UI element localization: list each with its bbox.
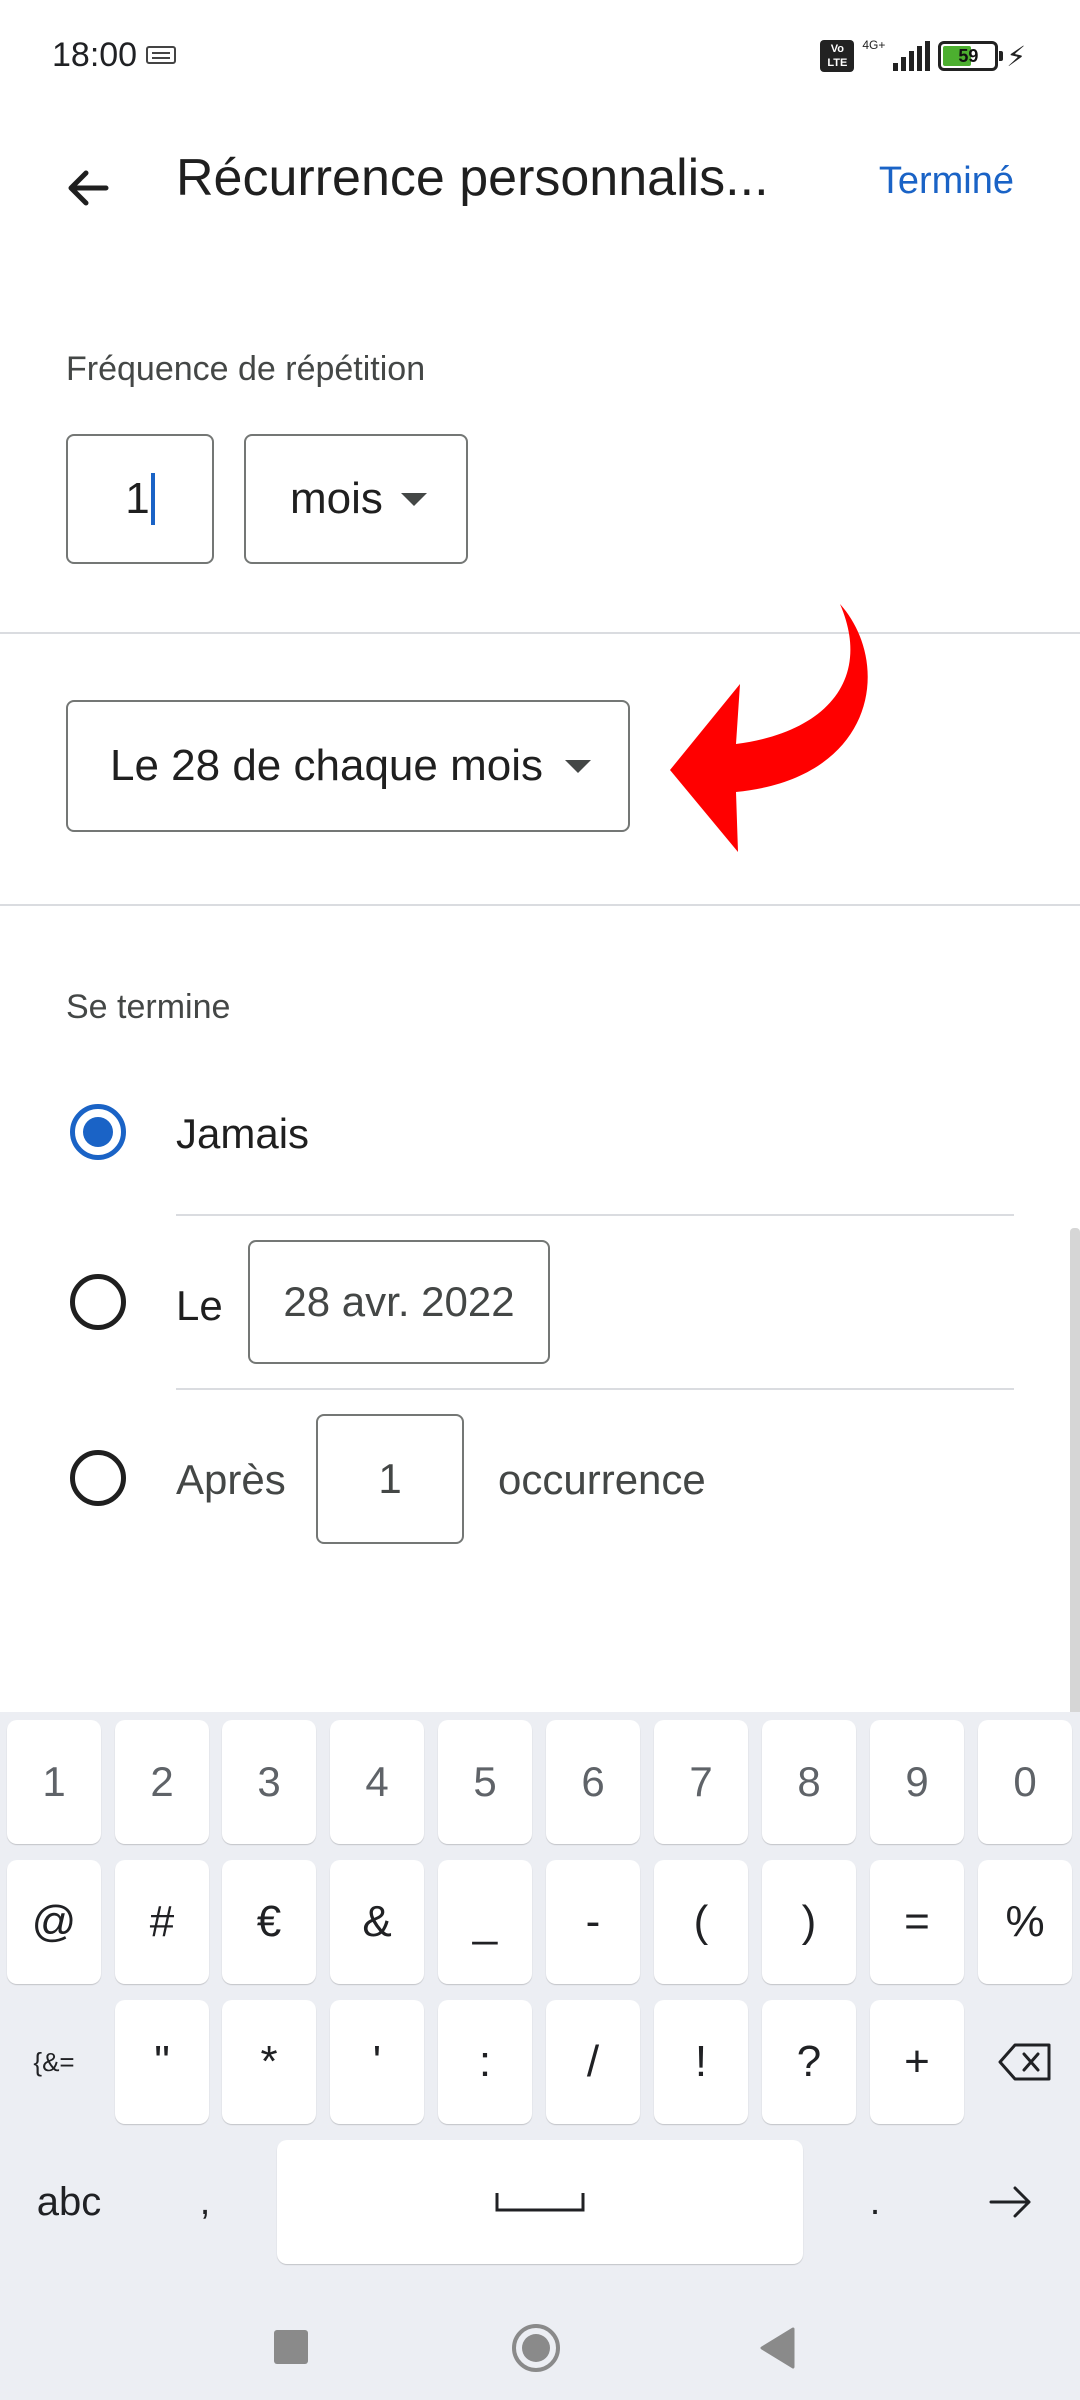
status-icons: Vo LTE 4G+ 59 ⚡ (820, 38, 1026, 74)
key-slash[interactable]: / (546, 2000, 640, 2124)
arrow-left-icon (68, 170, 109, 206)
key-apostrophe[interactable]: ' (330, 2000, 424, 2124)
back-nav-icon[interactable] (758, 2326, 796, 2370)
key-ampersand[interactable]: & (330, 1860, 424, 1984)
frequency-unit-value: mois (290, 474, 383, 523)
status-bar: 18:00 Vo LTE 4G+ 59 ⚡ (0, 0, 1080, 112)
back-button[interactable] (52, 152, 124, 224)
key-close-paren[interactable]: ) (762, 1860, 856, 1984)
radio-after[interactable] (70, 1450, 126, 1506)
space-key[interactable] (277, 2140, 803, 2264)
key-abc[interactable]: abc (7, 2140, 131, 2264)
battery-level: 59 (958, 46, 979, 66)
key-5[interactable]: 5 (438, 1720, 532, 1844)
text-cursor (150, 473, 155, 525)
divider (176, 1388, 1014, 1390)
on-date-label: Le (176, 1282, 223, 1329)
enter-key[interactable] (950, 2140, 1072, 2264)
key-6[interactable]: 6 (546, 1720, 640, 1844)
key-3[interactable]: 3 (222, 1720, 316, 1844)
monthly-pattern-dropdown[interactable]: Le 28 de chaque mois (66, 700, 630, 832)
annotation-arrow-icon (670, 604, 868, 852)
occurrence-unit-label: occurrence (498, 1456, 706, 1503)
on-screen-keyboard: 1 2 3 4 5 6 7 8 9 0 @ # € & _ - ( ) = % … (0, 1712, 1080, 2400)
end-date-value: 28 avr. 2022 (283, 1278, 515, 1325)
key-period[interactable]: . (820, 2140, 930, 2264)
network-type-label: 4G+ (862, 38, 886, 52)
key-question[interactable]: ? (762, 2000, 856, 2124)
key-percent[interactable]: % (978, 1860, 1072, 1984)
never-label: Jamais (176, 1110, 310, 1157)
key-equals[interactable]: = (870, 1860, 964, 1984)
key-asterisk[interactable]: * (222, 2000, 316, 2124)
divider (176, 1214, 1014, 1216)
key-at[interactable]: @ (7, 1860, 101, 1984)
end-date-field[interactable]: 28 avr. 2022 (248, 1240, 550, 1364)
volte-icon: Vo LTE (820, 40, 855, 72)
key-8[interactable]: 8 (762, 1720, 856, 1844)
key-0[interactable]: 0 (978, 1720, 1072, 1844)
key-underscore[interactable]: _ (438, 1860, 532, 1984)
after-label: Après (176, 1456, 286, 1503)
key-open-paren[interactable]: ( (654, 1860, 748, 1984)
backspace-key[interactable] (978, 2000, 1072, 2124)
dropdown-arrow-icon (400, 492, 427, 506)
recents-nav-icon[interactable] (274, 2330, 308, 2364)
occurrence-count-input[interactable]: 1 (316, 1414, 464, 1544)
done-button[interactable]: Terminé (879, 160, 1014, 203)
frequency-unit-dropdown[interactable]: mois (244, 434, 468, 564)
frequency-count-input[interactable]: 1 (66, 434, 214, 564)
charging-bolt-icon: ⚡ (1006, 40, 1026, 72)
key-4[interactable]: 4 (330, 1720, 424, 1844)
signal-icon (893, 41, 931, 71)
key-hash[interactable]: # (115, 1860, 209, 1984)
monthly-pattern-value: Le 28 de chaque mois (110, 741, 543, 790)
key-comma[interactable]: , (150, 2140, 260, 2264)
arrow-right-icon (989, 2186, 1031, 2218)
key-double-quote[interactable]: " (115, 2000, 209, 2124)
key-7[interactable]: 7 (654, 1720, 748, 1844)
key-colon[interactable]: : (438, 2000, 532, 2124)
radio-on-date[interactable] (70, 1274, 126, 1330)
dropdown-arrow-icon (564, 759, 591, 773)
scrollbar[interactable] (1070, 1228, 1080, 1718)
key-9[interactable]: 9 (870, 1720, 964, 1844)
status-time: 18:00 (52, 36, 138, 74)
key-2[interactable]: 2 (115, 1720, 209, 1844)
key-euro[interactable]: € (222, 1860, 316, 1984)
frequency-label: Fréquence de répétition (66, 350, 426, 388)
occurrence-count-value: 1 (378, 1455, 402, 1502)
divider (0, 904, 1080, 906)
battery-icon: 59 (938, 41, 1004, 71)
key-1[interactable]: 1 (7, 1720, 101, 1844)
app-bar: Récurrence personnalis... Terminé (0, 112, 1080, 252)
radio-never[interactable] (70, 1104, 126, 1160)
ends-label: Se termine (66, 988, 231, 1026)
key-more-symbols[interactable]: {&= (7, 2000, 101, 2124)
home-nav-icon[interactable] (510, 2322, 562, 2374)
space-bar-icon (495, 2193, 585, 2212)
page-title: Récurrence personnalis... (176, 149, 769, 207)
key-plus[interactable]: + (870, 2000, 964, 2124)
keyboard-icon (146, 46, 176, 64)
backspace-icon (998, 2043, 1051, 2081)
key-hyphen[interactable]: - (546, 1860, 640, 1984)
divider (0, 632, 1080, 634)
key-exclamation[interactable]: ! (654, 2000, 748, 2124)
frequency-count-value: 1 (125, 474, 150, 523)
